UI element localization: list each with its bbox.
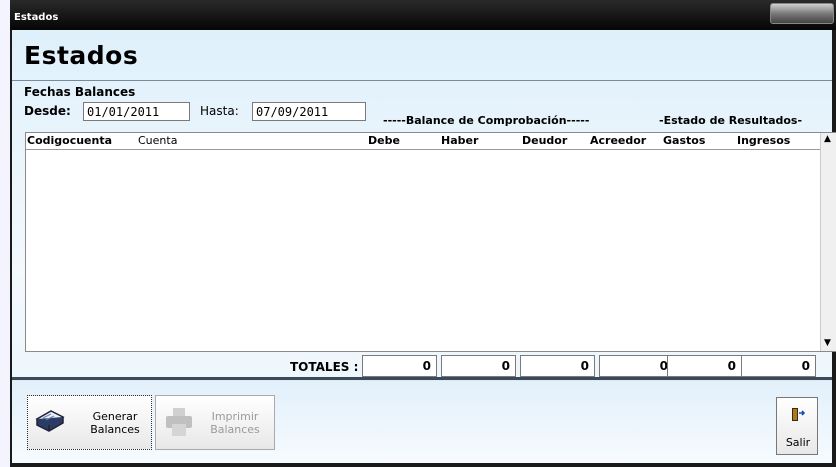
col-ingresos[interactable]: Ingresos <box>737 134 790 147</box>
totales-label: TOTALES : <box>290 360 359 374</box>
col-debe[interactable]: Debe <box>368 134 400 147</box>
generar-balances-label: Generar Balances <box>90 410 140 436</box>
book-icon <box>35 410 65 432</box>
total-gastos: 0 <box>667 355 742 377</box>
desde-date-field[interactable]: 01/01/2011 <box>83 102 190 121</box>
scroll-down-arrow-icon[interactable]: ▼ <box>824 338 831 348</box>
col-codigocuenta[interactable]: Codigocuenta <box>27 134 112 147</box>
scroll-up-arrow-icon[interactable]: ▲ <box>824 134 831 144</box>
total-acreedor: 0 <box>599 355 674 377</box>
col-deudor[interactable]: Deudor <box>522 134 567 147</box>
window-controls[interactable] <box>770 3 834 24</box>
hasta-label: Hasta: <box>200 104 239 118</box>
button-panel: Generar Balances Imprimir Balances Salir <box>12 381 832 463</box>
printer-icon <box>166 408 192 436</box>
title-bar[interactable]: Estados <box>10 0 836 30</box>
col-cuenta[interactable]: Cuenta <box>138 134 177 147</box>
balance-section-label: -----Balance de Comprobación----- <box>383 114 590 127</box>
header-divider <box>12 80 832 81</box>
col-haber[interactable]: Haber <box>441 134 478 147</box>
total-ingresos: 0 <box>741 355 816 377</box>
page-title: Estados <box>24 41 139 70</box>
salir-label: Salir <box>785 436 811 449</box>
grid-scrollbar[interactable]: ▲ ▼ <box>820 133 836 351</box>
desde-label: Desde: <box>24 104 71 118</box>
resultados-section-label: -Estado de Resultados- <box>659 114 803 127</box>
exit-door-icon <box>792 408 806 421</box>
col-acreedor[interactable]: Acreedor <box>590 134 646 147</box>
grid-header: Codigocuenta Cuenta Debe Haber Deudor Ac… <box>26 133 821 150</box>
hasta-date-field[interactable]: 07/09/2011 <box>252 102 366 121</box>
accounts-grid[interactable]: Codigocuenta Cuenta Debe Haber Deudor Ac… <box>25 132 836 352</box>
fechas-group-label: Fechas Balances <box>24 85 136 99</box>
total-haber: 0 <box>441 355 516 377</box>
generar-balances-button[interactable]: Generar Balances <box>27 395 152 450</box>
imprimir-balances-button[interactable]: Imprimir Balances <box>155 395 275 450</box>
salir-button[interactable]: Salir <box>776 397 818 455</box>
col-gastos[interactable]: Gastos <box>663 134 705 147</box>
total-debe: 0 <box>362 355 437 377</box>
client-area: Estados Fechas Balances Desde: 01/01/201… <box>12 30 836 463</box>
imprimir-balances-label: Imprimir Balances <box>210 410 260 436</box>
total-deudor: 0 <box>520 355 595 377</box>
window-title: Estados <box>14 12 59 23</box>
